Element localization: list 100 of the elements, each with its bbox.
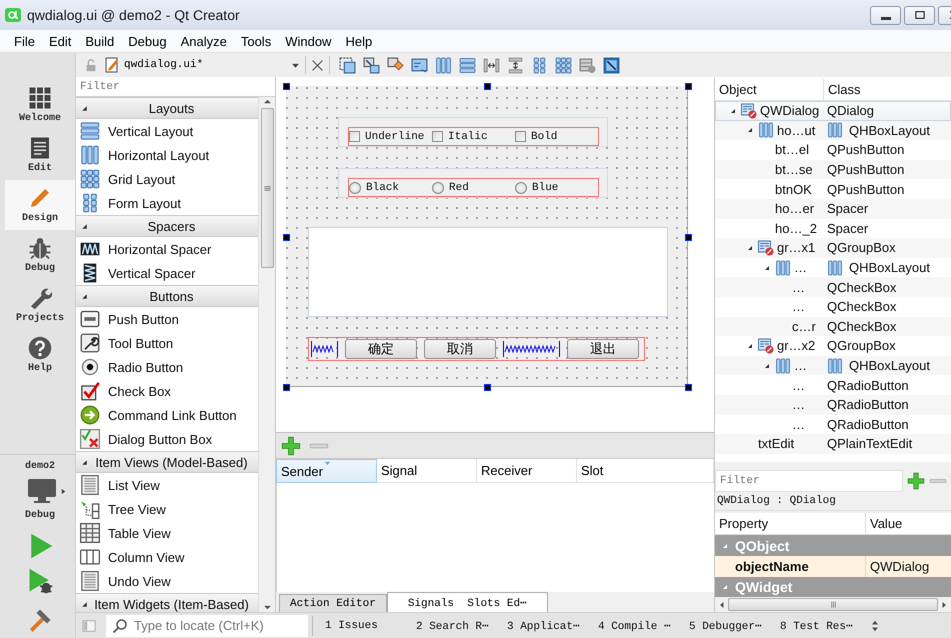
widget-item[interactable]: Horizontal Spacer bbox=[76, 237, 258, 261]
split-icon[interactable] bbox=[506, 56, 524, 74]
category-header[interactable]: Item Views (Model-Based) bbox=[76, 451, 258, 473]
menu-item[interactable]: Window bbox=[278, 32, 338, 50]
radio-button[interactable]: Black bbox=[349, 182, 432, 194]
horizontal-spacer[interactable] bbox=[311, 341, 338, 357]
triangle-icon[interactable] bbox=[746, 244, 754, 252]
triangle-icon[interactable] bbox=[80, 458, 89, 466]
widget-item[interactable]: Horizontal Layout bbox=[76, 143, 258, 167]
object-tree-row[interactable]: … QRadioButton bbox=[715, 414, 951, 434]
triangle-icon[interactable] bbox=[80, 104, 89, 112]
category-header[interactable]: Buttons bbox=[76, 285, 258, 307]
triangle-icon[interactable] bbox=[80, 222, 89, 230]
triangle-icon[interactable] bbox=[746, 342, 754, 350]
category-header[interactable]: Layouts bbox=[76, 97, 258, 119]
resize-handle[interactable] bbox=[685, 384, 692, 391]
menu-item[interactable]: Tools bbox=[234, 32, 278, 50]
grid-icon[interactable] bbox=[554, 56, 572, 74]
property-value[interactable]: QWDialog bbox=[866, 556, 930, 577]
menu-item[interactable]: Build bbox=[78, 32, 122, 50]
minimize-button[interactable] bbox=[870, 6, 901, 24]
tab[interactable]: Signals Slots Ed⋯ bbox=[386, 592, 548, 612]
widget-item[interactable]: Check Box bbox=[76, 379, 258, 403]
rows-icon[interactable] bbox=[458, 56, 476, 74]
close-icon[interactable] bbox=[311, 58, 324, 72]
output-pane-button[interactable]: 2 Search R⋯ bbox=[410, 618, 501, 632]
object-tree-row[interactable]: bt…se QPushButton bbox=[715, 160, 951, 180]
resize-handle[interactable] bbox=[484, 384, 491, 391]
radio-button[interactable]: Blue bbox=[515, 182, 598, 194]
object-tree-row[interactable]: btnOK QPushButton bbox=[715, 179, 951, 199]
widget-item[interactable]: Push Button bbox=[76, 307, 258, 331]
document-selector[interactable]: qwdialog.ui* bbox=[124, 59, 300, 71]
output-pane-button[interactable]: 8 Test Res⋯ bbox=[774, 618, 865, 632]
checkbox[interactable]: Underline bbox=[349, 130, 432, 142]
object-tree-row[interactable]: gr…x1 QGroupBox bbox=[715, 238, 951, 258]
resize-handle[interactable] bbox=[283, 234, 290, 241]
mode-button[interactable]: Help bbox=[5, 330, 75, 380]
add-icon[interactable] bbox=[281, 436, 301, 456]
menu-item[interactable]: Edit bbox=[42, 32, 78, 50]
category-header[interactable]: Item Widgets (Item-Based) bbox=[76, 593, 258, 612]
menu-item[interactable]: Analyze bbox=[174, 32, 234, 50]
radio-button[interactable]: Red bbox=[432, 182, 515, 194]
object-tree-row[interactable]: … QHBoxLayout bbox=[715, 258, 951, 278]
object-tree-row[interactable]: … QRadioButton bbox=[715, 394, 951, 414]
up-down-arrows-icon[interactable] bbox=[869, 620, 881, 632]
widget-item[interactable]: Undo View bbox=[76, 569, 258, 593]
widget-item[interactable]: Grid Layout bbox=[76, 167, 258, 191]
menu-item[interactable]: Debug bbox=[121, 32, 174, 50]
menu-item[interactable]: Help bbox=[338, 32, 380, 50]
widget-item[interactable]: Vertical Spacer bbox=[76, 261, 258, 285]
maximize-button[interactable] bbox=[904, 6, 935, 24]
object-tree-row[interactable]: QWDialog QDialog bbox=[715, 101, 951, 121]
mode-button[interactable]: Welcome bbox=[5, 80, 75, 130]
object-tree-row[interactable]: … QCheckBox bbox=[715, 277, 951, 297]
object-tree-row[interactable]: ho…ut QHBoxLayout bbox=[715, 120, 951, 140]
column-header[interactable]: Object bbox=[715, 79, 824, 100]
triangle-icon[interactable] bbox=[762, 264, 770, 272]
columns-icon[interactable] bbox=[434, 56, 452, 74]
resize-handle[interactable] bbox=[685, 234, 692, 241]
triangle-icon[interactable] bbox=[80, 292, 89, 300]
output-pane-button[interactable]: 1 Issues bbox=[319, 620, 410, 632]
column-header[interactable]: Sender bbox=[276, 459, 377, 483]
widget-item[interactable]: Tree View bbox=[76, 497, 258, 521]
filter-field[interactable]: Filter bbox=[715, 470, 903, 492]
push-button[interactable]: 确定 bbox=[345, 339, 417, 359]
widget-item[interactable]: Tool Button bbox=[76, 331, 258, 355]
property-row[interactable]: objectName QWDialog bbox=[715, 556, 951, 577]
column-header[interactable]: Class bbox=[824, 79, 861, 100]
widget-item[interactable]: Form Layout bbox=[76, 191, 258, 215]
checkbox[interactable]: Bold bbox=[515, 130, 598, 142]
triangle-icon[interactable] bbox=[746, 126, 754, 134]
widget-item[interactable]: Command Link Button bbox=[76, 403, 258, 427]
mode-button[interactable]: Edit bbox=[5, 130, 75, 180]
object-tree-row[interactable]: … QHBoxLayout bbox=[715, 356, 951, 376]
tag-icon[interactable] bbox=[386, 56, 404, 74]
object-tree-row[interactable]: bt…el QPushButton bbox=[715, 140, 951, 160]
scrollbar[interactable] bbox=[258, 97, 275, 612]
resize-handle[interactable] bbox=[283, 83, 290, 90]
category-header[interactable]: Spacers bbox=[76, 215, 258, 237]
widget-item[interactable]: Vertical Layout bbox=[76, 119, 258, 143]
push-button[interactable]: 取消 bbox=[424, 339, 496, 359]
object-tree-row[interactable]: gr…x2 QGroupBox bbox=[715, 336, 951, 356]
triangle-icon[interactable] bbox=[762, 362, 770, 370]
widget-item[interactable]: Table View bbox=[76, 521, 258, 545]
object-tree-row[interactable]: … QRadioButton bbox=[715, 375, 951, 395]
triangle-icon[interactable] bbox=[80, 600, 89, 608]
horizontal-spacer[interactable] bbox=[503, 341, 560, 357]
resize-handle[interactable] bbox=[685, 83, 692, 90]
object-tree-row[interactable]: c…r QCheckBox bbox=[715, 316, 951, 336]
add-icon[interactable] bbox=[907, 472, 925, 490]
mode-button[interactable]: Design bbox=[5, 180, 75, 230]
widget-item[interactable]: Radio Button bbox=[76, 355, 258, 379]
menu-item[interactable]: File bbox=[7, 32, 42, 50]
sidebar-toggle-icon[interactable] bbox=[82, 618, 96, 632]
object-tree-row[interactable]: txtEdit QPlainTextEdit bbox=[715, 434, 951, 454]
locate-field[interactable]: Type to locate (Ctrl+K) bbox=[106, 614, 308, 636]
arrow-right-icon[interactable] bbox=[60, 488, 66, 494]
mode-button[interactable]: Debug bbox=[5, 230, 75, 280]
resize-handle[interactable] bbox=[484, 83, 491, 90]
resize-icon[interactable] bbox=[602, 56, 620, 74]
